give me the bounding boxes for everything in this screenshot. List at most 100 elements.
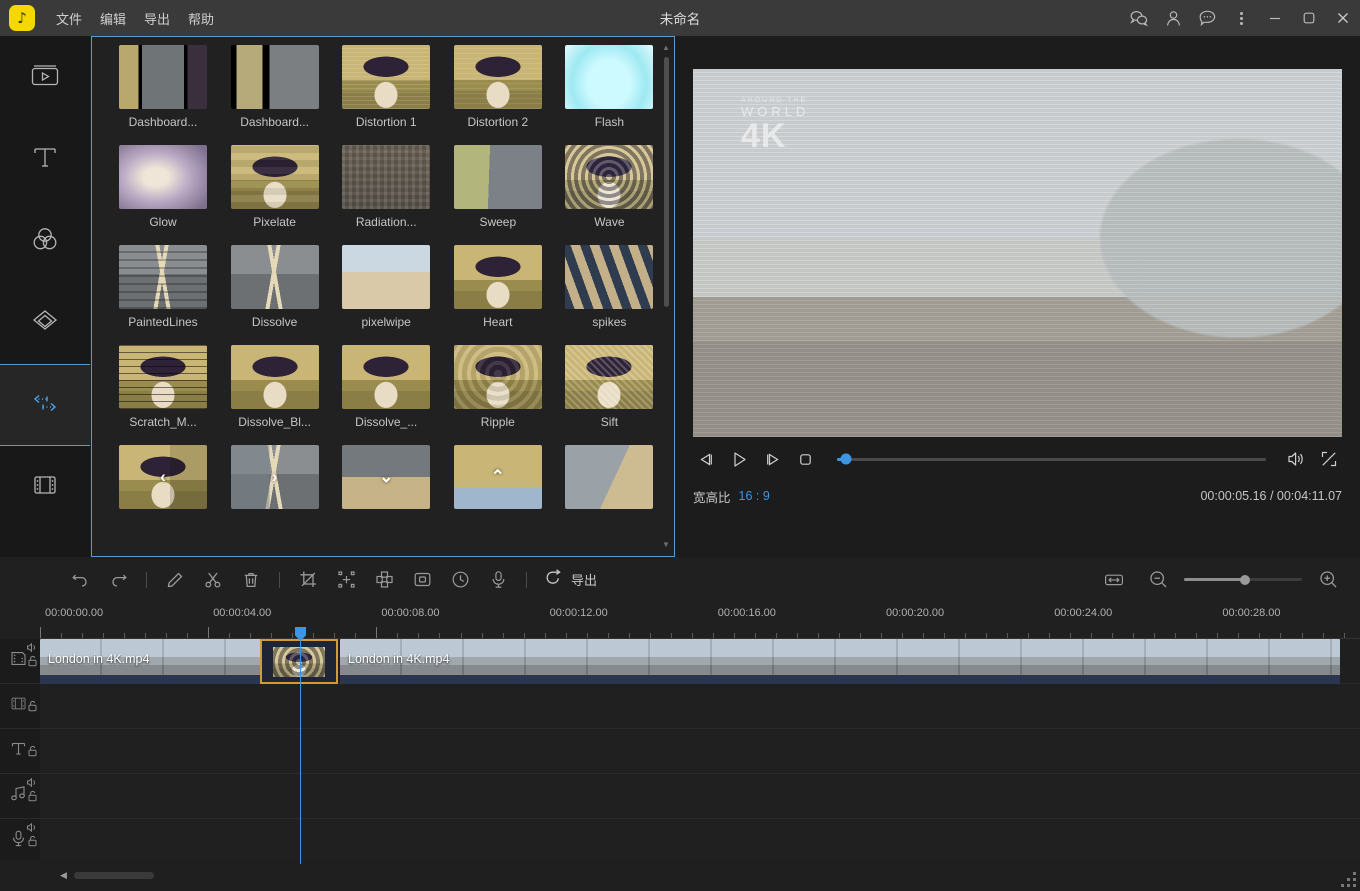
transition-item[interactable]: Sift (560, 345, 658, 441)
menu-export[interactable]: 导出 (135, 5, 179, 32)
track-header-overlay[interactable] (0, 684, 40, 728)
sidebar-item-media[interactable] (0, 36, 90, 118)
stop-button[interactable] (792, 446, 819, 473)
transition-item[interactable]: Distortion 2 (449, 45, 547, 141)
maximize-icon[interactable] (1292, 0, 1326, 36)
timeline-ruler[interactable]: 00:00:00.0000:00:04.0000:00:08.0000:00:1… (40, 602, 1360, 639)
track-header-text[interactable] (0, 729, 40, 773)
voiceover-track-body[interactable] (40, 819, 1360, 863)
track-lock-icon[interactable] (27, 835, 38, 847)
timeline-transition-selected[interactable] (260, 639, 338, 684)
text-track-body[interactable] (40, 729, 1360, 773)
menu-edit[interactable]: 编辑 (91, 5, 135, 32)
feedback-icon[interactable] (1190, 0, 1224, 36)
minimize-icon[interactable] (1258, 0, 1292, 36)
video-preview[interactable]: AROUND THE WORLD 4K (693, 69, 1342, 437)
transition-item[interactable]: Distortion 1 (337, 45, 435, 141)
timeline-zoom-slider[interactable] (1184, 578, 1302, 581)
aspect-ratio-value[interactable]: 16 : 9 (739, 489, 770, 503)
fit-to-window-icon[interactable] (1096, 562, 1132, 598)
play-button[interactable] (726, 446, 753, 473)
pip-icon[interactable] (404, 562, 440, 598)
mosaic-grid-icon[interactable] (366, 562, 402, 598)
track-volume-icon[interactable] (26, 822, 38, 833)
crop-icon[interactable] (290, 562, 326, 598)
track-header-voiceover[interactable] (0, 819, 40, 863)
resize-grip[interactable] (1341, 872, 1357, 888)
zoom-knob[interactable] (1240, 575, 1250, 585)
transition-item[interactable]: Flash (560, 45, 658, 141)
transition-item[interactable]: Ripple (449, 345, 547, 441)
transition-item[interactable]: Pixelate (226, 145, 324, 241)
transition-item[interactable]: Scratch_M... (114, 345, 212, 441)
sidebar-item-overlays[interactable] (0, 282, 90, 364)
track-header-video[interactable] (0, 639, 40, 683)
track-header-music[interactable] (0, 774, 40, 818)
transition-item[interactable]: Heart (449, 245, 547, 341)
track-lock-icon[interactable] (27, 745, 38, 757)
scroll-left-arrow[interactable]: ◀ (60, 870, 67, 881)
transition-item[interactable]: PaintedLines (114, 245, 212, 341)
video-track-body[interactable]: London in 4K.mp4London in 4K.mp4 (40, 639, 1360, 683)
sidebar-item-elements[interactable] (0, 446, 90, 528)
scroll-down-arrow[interactable]: ▼ (662, 540, 670, 550)
timeline-horizontal-scrollbar[interactable]: ◀ (0, 860, 1360, 891)
fullscreen-icon[interactable] (1315, 446, 1342, 473)
export-button[interactable]: 导出 (537, 568, 605, 591)
transition-item[interactable]: Dissolve_Bl... (226, 345, 324, 441)
transition-item[interactable]: Glow (114, 145, 212, 241)
playback-progress-slider[interactable] (837, 458, 1266, 461)
transform-icon[interactable] (328, 562, 364, 598)
track-lock-icon[interactable] (27, 700, 38, 712)
transition-item[interactable]: Sweep (449, 145, 547, 241)
transitions-scrollbar[interactable]: ▲ ▼ (660, 43, 672, 550)
sidebar-item-transitions[interactable] (0, 364, 90, 446)
overlay-track-body[interactable] (40, 684, 1360, 728)
next-frame-button[interactable] (759, 446, 786, 473)
prev-frame-button[interactable] (693, 446, 720, 473)
transitions-panel[interactable]: Dashboard...Dashboard...Distortion 1Dist… (91, 36, 675, 557)
transition-item[interactable]: spikes (560, 245, 658, 341)
track-lock-icon[interactable] (27, 655, 38, 667)
track-lock-icon[interactable] (27, 790, 38, 802)
transition-item[interactable]: Radiation... (337, 145, 435, 241)
transition-item[interactable]: ⌄ (337, 445, 435, 527)
account-icon[interactable] (1156, 0, 1190, 36)
scrollbar-thumb[interactable] (664, 57, 669, 307)
transition-item[interactable]: Dissolve (226, 245, 324, 341)
sidebar-item-filters[interactable] (0, 200, 90, 282)
transition-item[interactable]: pixelwipe (337, 245, 435, 341)
transition-item[interactable]: › (226, 445, 324, 527)
undo-icon[interactable] (62, 562, 98, 598)
track-volume-icon[interactable] (26, 777, 38, 788)
trash-icon[interactable] (233, 562, 269, 598)
edit-pen-icon[interactable] (157, 562, 193, 598)
transition-item[interactable]: Wave (560, 145, 658, 241)
speed-clock-icon[interactable] (442, 562, 478, 598)
more-menu-icon[interactable] (1224, 0, 1258, 36)
sidebar-item-text[interactable] (0, 118, 90, 200)
redo-icon[interactable] (100, 562, 136, 598)
zoom-in-icon[interactable] (1310, 562, 1346, 598)
transition-item[interactable] (560, 445, 658, 527)
wechat-icon[interactable] (1122, 0, 1156, 36)
transition-item[interactable]: Dissolve_... (337, 345, 435, 441)
music-track-body[interactable] (40, 774, 1360, 818)
transition-item[interactable]: Dashboard... (114, 45, 212, 141)
timeline-clip[interactable]: London in 4K.mp4 (340, 639, 1340, 684)
microphone-icon[interactable] (480, 562, 516, 598)
scroll-up-arrow[interactable]: ▲ (662, 43, 670, 53)
progress-knob[interactable] (840, 454, 851, 465)
hscroll-thumb[interactable] (74, 872, 154, 879)
track-volume-icon[interactable] (26, 642, 38, 653)
volume-icon[interactable] (1282, 446, 1309, 473)
close-icon[interactable] (1326, 0, 1360, 36)
transition-item[interactable]: Dashboard... (226, 45, 324, 141)
menu-file[interactable]: 文件 (47, 5, 91, 32)
transition-item[interactable]: ‹ (114, 445, 212, 527)
transition-item[interactable]: ⌃ (449, 445, 547, 527)
menu-help[interactable]: 帮助 (179, 5, 223, 32)
scissors-icon[interactable] (195, 562, 231, 598)
app-logo[interactable]: ♪ (9, 5, 35, 31)
zoom-out-icon[interactable] (1140, 562, 1176, 598)
